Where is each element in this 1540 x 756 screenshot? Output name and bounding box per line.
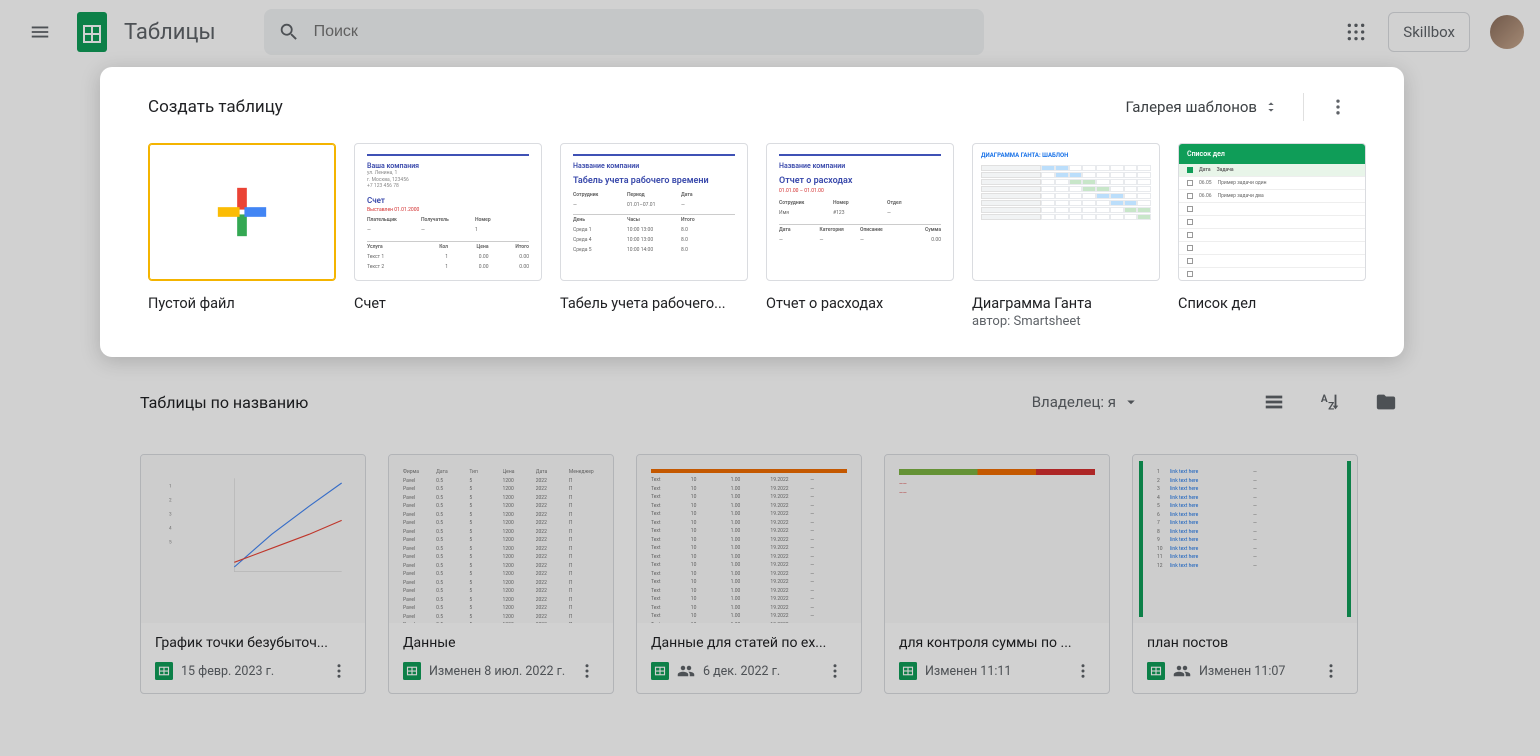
file-card[interactable]: document.write(Array.from({length:12}).m… [1132,454,1358,694]
account-domain-label: Skillbox [1403,23,1455,41]
list-title: Таблицы по названию [140,393,308,412]
apps-button[interactable] [1332,8,1380,56]
file-thumbnail: ФирмаДатаТипЦенаДатаМенеджер document.wr… [389,455,613,623]
shared-icon [677,662,695,680]
template-label: Счет [354,295,542,312]
file-card[interactable]: 1 2 3 4 5 График точки безубыточ... 15 февр.… [140,454,366,694]
file-date: Изменен 11:11 [925,664,1063,679]
file-date: Изменен 11:07 [1199,664,1311,679]
file-name: График точки безубыточ... [155,635,351,651]
owner-filter-label: Владелец: я [1032,393,1116,411]
owner-filter[interactable]: Владелец: я [1032,393,1140,411]
sheets-file-icon [651,662,669,680]
template-label: Отчет о расходах [766,295,954,312]
sheets-file-icon [155,662,173,680]
file-date: 6 дек. 2022 г. [703,664,815,679]
svg-text:Z: Z [1328,401,1334,412]
template-label: Диаграмма Ганта [972,295,1160,312]
sheets-file-icon [403,662,421,680]
unfold-icon [1263,99,1279,115]
sort-az-icon: AZ [1319,391,1341,413]
file-more-button[interactable] [575,659,599,683]
svg-text:A: A [1321,394,1328,405]
file-name: план постов [1147,635,1343,651]
search-icon [278,21,300,43]
template-row: Пустой файл Ваша компания ул. Ленина, 1г… [148,143,1356,329]
more-vert-icon [330,662,348,680]
dropdown-arrow-icon [1122,393,1140,411]
more-vert-icon [578,662,596,680]
app-title: Таблицы [124,20,216,45]
template-gallery-label: Галерея шаблонов [1125,98,1257,116]
search-bar[interactable] [264,9,984,55]
template-card-todo[interactable]: Список дел ДатаЗадача 06.05Пример задачи… [1178,143,1366,329]
sheets-file-icon [899,662,917,680]
template-card-timesheet[interactable]: Название компании Табель учета рабочего … [560,143,748,329]
file-thumbnail: 1 2 3 4 5 [141,455,365,623]
template-card-invoice[interactable]: Ваша компания ул. Ленина, 1г. Москва, 12… [354,143,542,329]
shared-icon [1173,662,1191,680]
svg-text:2: 2 [169,498,172,504]
user-avatar[interactable] [1490,15,1524,49]
more-vert-icon [826,662,844,680]
list-view-icon [1263,391,1285,413]
template-card-expense[interactable]: Название компании Отчет о расходах 01.01… [766,143,954,329]
file-thumbnail: document.write(Array.from({length:20}).m… [637,455,861,623]
template-more-button[interactable] [1320,89,1356,125]
apps-grid-icon [1346,22,1366,42]
file-more-button[interactable] [823,659,847,683]
file-name: Данные [403,635,599,651]
template-sublabel: автор: Smartsheet [972,314,1160,329]
file-card[interactable]: ФирмаДатаТипЦенаДатаМенеджер document.wr… [388,454,614,694]
file-date: Изменен 8 июл. 2022 г. [429,664,567,679]
account-domain-button[interactable]: Skillbox [1388,12,1470,52]
template-label: Пустой файл [148,295,336,312]
more-vert-icon [1322,662,1340,680]
plus-multicolor-icon [213,183,271,241]
separator [1303,93,1304,121]
hamburger-icon [29,21,51,43]
view-controls: AZ [1260,388,1400,416]
file-more-button[interactable] [1071,659,1095,683]
sheets-logo[interactable] [72,12,112,52]
template-gallery-button[interactable]: Галерея шаблонов [1117,92,1287,122]
template-label: Табель учета рабочего... [560,295,748,312]
file-card[interactable]: document.write(Array.from({length:20}).m… [636,454,862,694]
file-thumbnail: document.write(Array.from({length:12}).m… [1133,455,1357,623]
template-card-blank[interactable]: Пустой файл [148,143,336,329]
svg-text:5: 5 [169,540,172,546]
file-grid: 1 2 3 4 5 График точки безубыточ... 15 февр.… [140,454,1400,694]
file-more-button[interactable] [327,659,351,683]
file-name: для контроля суммы по ... [899,635,1095,651]
search-input[interactable] [314,23,970,41]
more-vert-icon [1328,97,1348,117]
sheets-file-icon [1147,662,1165,680]
template-label: Список дел [1178,295,1366,312]
svg-text:1: 1 [169,484,172,490]
template-card-gantt[interactable]: ДИАГРАММА ГАНТА: ШАБЛОН Диаграмма Ганта … [972,143,1160,329]
folder-icon [1375,391,1397,413]
file-name: Данные для статей по ex... [651,635,847,651]
template-panel-title: Создать таблицу [148,97,283,117]
svg-text:4: 4 [169,526,172,532]
more-vert-icon [1074,662,1092,680]
svg-text:3: 3 [169,512,172,518]
file-thumbnail: ———— [885,455,1109,623]
file-date: 15 февр. 2023 г. [181,664,319,679]
main-menu-button[interactable] [16,8,64,56]
list-view-button[interactable] [1260,388,1288,416]
sheets-icon [77,12,107,52]
main-content: Таблицы по названию Владелец: я AZ 1 2 3 4 5… [0,374,1540,694]
open-folder-button[interactable] [1372,388,1400,416]
file-card[interactable]: ———— для контроля суммы по ... Изменен 1… [884,454,1110,694]
template-gallery-panel: Создать таблицу Галерея шаблонов Пустой … [100,67,1404,357]
file-more-button[interactable] [1319,659,1343,683]
sort-button[interactable]: AZ [1316,388,1344,416]
app-header: Таблицы Skillbox [0,0,1540,64]
list-header: Таблицы по названию Владелец: я AZ [140,374,1400,430]
